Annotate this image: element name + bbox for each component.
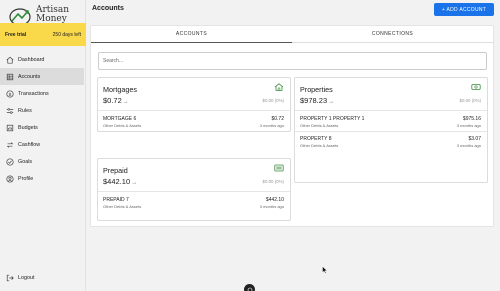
page-title: Accounts [92,5,124,12]
house-icon [274,83,284,91]
account-group-card-properties[interactable]: Properties $978.23→ $0.00 (0%) PROPERTY … [294,77,488,183]
account-amount: $975.16 [462,116,481,122]
card-total[interactable]: $0.72→ [103,96,129,105]
home-icon [6,56,14,64]
sidebar-item-accounts[interactable]: Accounts [0,68,84,85]
budget-icon [6,124,14,131]
sidebar-item-label: Cashflow [18,141,41,148]
sidebar-item-label: Accounts [18,73,41,80]
account-updated: 3 months ago [259,204,284,209]
account-name: PROPERTY 1 PROPERTY 1 [300,116,365,122]
arrow-right-icon: → [122,99,129,105]
tab-bar: ACCOUNTS CONNECTIONS [91,26,493,43]
divider [98,110,290,111]
chat-bubble-icon [247,287,252,291]
account-amount: $442.10 [265,197,284,203]
card-title: Mortgages [103,85,137,94]
sidebar-item-label: Goals [18,158,33,165]
tab-accounts[interactable]: ACCOUNTS [91,26,292,43]
card-total-value: $442.10 [103,177,131,186]
sidebar-item-dashboard[interactable]: Dashboard [0,51,86,68]
card-title: Prepaid [103,166,128,175]
card-title: Properties [300,85,333,94]
account-type: Other Debts & Assets [103,123,142,128]
account-row[interactable]: MORTGAGE 6 Other Debts & Assets $0.72 3 … [98,113,290,130]
search-input[interactable] [98,52,487,70]
trial-banner[interactable]: Free trial 250 days left [0,23,86,46]
sidebar-item-goals[interactable]: Goals [0,153,86,170]
card-change: $0.00 (0%) [459,98,481,103]
tab-connections[interactable]: CONNECTIONS [292,26,493,42]
chat-widget-icon[interactable] [244,284,255,291]
accounts-icon [6,73,14,80]
sidebar-item-label: Rules [18,107,32,114]
logout-icon [6,274,14,282]
sidebar-item-label: Budgets [18,124,38,131]
mouse-cursor-icon [322,266,328,274]
arrow-right-icon: → [328,99,335,105]
cashflow-icon [6,141,14,148]
account-name: MORTGAGE 6 [103,116,137,122]
arrow-right-icon: → [131,180,138,186]
account-type: Other Debts & Assets [300,143,339,148]
accounts-panel: ACCOUNTS CONNECTIONS Mortgages $0.72→ $0… [90,25,494,227]
card-change: $0.00 (0%) [262,179,284,184]
account-row[interactable]: PREPAID 7 Other Debts & Assets $442.10 3… [98,194,290,211]
sidebar-item-rules[interactable]: Rules [0,102,86,119]
account-name: PROPERTY 8 [300,136,332,142]
sidebar-item-profile[interactable]: Profile [0,170,86,187]
account-row[interactable]: PROPERTY 8 Other Debts & Assets $3.07 3 … [295,133,487,150]
account-row[interactable]: PROPERTY 1 PROPERTY 1 Other Debts & Asse… [295,113,487,130]
sidebar-item-label: Transactions [18,90,49,97]
card-total-value: $978.23 [300,96,328,105]
card-total-value: $0.72 [103,96,122,105]
card-total[interactable]: $978.23→ [300,96,334,105]
sidebar-item-label: Dashboard [18,56,45,63]
trial-label: Free trial [5,31,27,38]
sidebar-item-budgets[interactable]: Budgets [0,119,86,136]
account-group-card-prepaid[interactable]: Prepaid $442.10→ $0.00 (0%) PREPAID 7 Ot… [97,158,291,221]
account-group-card-mortgages[interactable]: Mortgages $0.72→ $0.00 (0%) MORTGAGE 6 O… [97,77,291,132]
sidebar-item-transactions[interactable]: $ Transactions [0,85,86,102]
logo-text: Artisan Money [36,6,69,23]
account-type: Other Debts & Assets [300,123,339,128]
card-total[interactable]: $442.10→ [103,177,137,186]
add-account-button[interactable]: + ADD ACCOUNT [434,3,494,16]
account-name: PREPAID 7 [103,197,129,203]
sidebar: Artisan Money Free trial 250 days left D… [0,0,86,291]
cash-icon [471,84,481,90]
divider [98,191,290,192]
goals-icon [6,157,14,166]
account-amount: $3.07 [468,136,481,142]
account-updated: 3 months ago [259,123,284,128]
divider [295,131,487,132]
profile-icon [6,174,14,183]
logout-label: Logout [18,275,35,281]
account-amount: $0.72 [271,116,284,122]
trial-days-left: 250 days left [52,31,81,38]
logo-line2: Money [36,13,67,24]
account-type: Other Debts & Assets [103,204,142,209]
sidebar-item-cashflow[interactable]: Cashflow [0,136,86,153]
sidebar-item-label: Profile [18,175,34,182]
rules-icon [6,107,14,114]
svg-text:$: $ [9,91,12,97]
sidebar-nav: Dashboard Accounts $ Transactions Rules … [0,51,86,187]
card-icon [274,164,284,172]
logout-button[interactable]: Logout [6,274,35,282]
account-updated: 3 months ago [456,143,481,148]
account-updated: 3 months ago [456,123,481,128]
divider [295,110,487,111]
dollar-icon: $ [6,89,14,97]
card-change: $0.00 (0%) [262,98,284,103]
